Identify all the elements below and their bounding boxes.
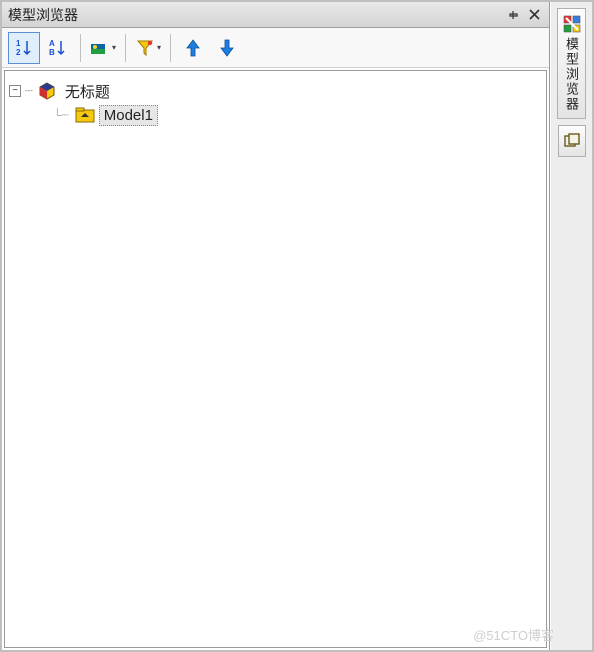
side-tab-model-browser[interactable]: 模型浏览器 bbox=[557, 8, 586, 119]
tree-child-label[interactable]: Model1 bbox=[99, 105, 158, 126]
model-browser-panel: 模型浏览器 1 2 A bbox=[2, 2, 550, 650]
move-up-button[interactable] bbox=[177, 32, 209, 64]
tree-root-row[interactable]: − ┄ 无标题 bbox=[9, 79, 542, 103]
svg-text:B: B bbox=[49, 48, 55, 57]
close-button[interactable] bbox=[525, 6, 543, 24]
side-tab-secondary[interactable] bbox=[558, 125, 586, 157]
svg-text:2: 2 bbox=[16, 48, 21, 57]
side-tab-strip: 模型浏览器 bbox=[550, 2, 592, 650]
folder-icon bbox=[75, 107, 95, 123]
windows-icon bbox=[563, 132, 581, 150]
dropdown-arrow-icon: ▾ bbox=[157, 43, 161, 52]
dropdown-arrow-icon: ▾ bbox=[112, 43, 116, 52]
tree-view[interactable]: − ┄ 无标题 └┄ bbox=[4, 70, 547, 648]
collapse-toggle[interactable]: − bbox=[9, 85, 21, 97]
tree-root-label[interactable]: 无标题 bbox=[61, 80, 114, 103]
side-tab-label: 模型浏览器 bbox=[562, 37, 581, 112]
panel-title: 模型浏览器 bbox=[8, 5, 503, 25]
toolbar-separator bbox=[125, 34, 126, 62]
tree-connector: └┄ bbox=[53, 108, 69, 122]
sort-numeric-button[interactable]: 1 2 bbox=[8, 32, 40, 64]
palette-icon bbox=[563, 15, 581, 33]
filter-button[interactable]: ▾ bbox=[132, 32, 164, 64]
toolbar-separator bbox=[80, 34, 81, 62]
toolbar-separator bbox=[170, 34, 171, 62]
tree-child-row[interactable]: └┄ Model1 bbox=[9, 103, 542, 127]
display-options-button[interactable]: ▾ bbox=[87, 32, 119, 64]
sort-alpha-button[interactable]: A B bbox=[42, 32, 74, 64]
pin-button[interactable] bbox=[505, 6, 523, 24]
move-down-button[interactable] bbox=[211, 32, 243, 64]
panel-titlebar: 模型浏览器 bbox=[2, 2, 549, 28]
svg-text:A: A bbox=[49, 39, 55, 48]
toolbar: 1 2 A B ▾ bbox=[2, 28, 549, 68]
svg-text:1: 1 bbox=[16, 39, 21, 48]
cube-icon bbox=[37, 81, 57, 101]
